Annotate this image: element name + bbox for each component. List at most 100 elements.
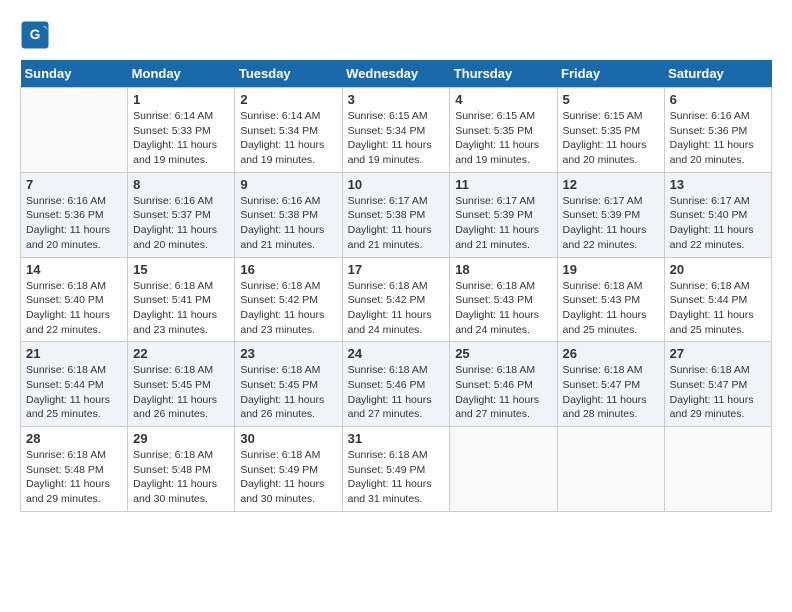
day-number: 29 bbox=[133, 431, 229, 446]
day-number: 4 bbox=[455, 92, 551, 107]
calendar-cell: 20Sunrise: 6:18 AM Sunset: 5:44 PM Dayli… bbox=[664, 257, 771, 342]
day-info: Sunrise: 6:18 AM Sunset: 5:42 PM Dayligh… bbox=[348, 279, 445, 338]
week-row-5: 28 Sunrise: 6:18 AM Sunset: 5:48 PM Dayli… bbox=[21, 427, 772, 512]
calendar-body: 1 Sunrise: 6:14 AM Sunset: 5:33 PM Daylig… bbox=[21, 88, 772, 512]
calendar-cell: 5 Sunrise: 6:15 AM Sunset: 5:35 PM Daylig… bbox=[557, 88, 664, 173]
day-number: 1 bbox=[133, 92, 229, 107]
day-info: Sunrise: 6:18 AM Sunset: 5:43 PM Dayligh… bbox=[563, 279, 659, 338]
calendar-header: SundayMondayTuesdayWednesdayThursdayFrid… bbox=[21, 60, 772, 88]
day-info: Sunrise: 6:18 AM Sunset: 5:41 PM Dayligh… bbox=[133, 279, 229, 338]
calendar-cell: 24 Sunrise: 6:18 AM Sunset: 5:46 PM Dayli… bbox=[342, 342, 450, 427]
day-info: Sunrise: 6:18 AM Sunset: 5:44 PM Dayligh… bbox=[26, 363, 122, 422]
calendar-cell: 19 Sunrise: 6:18 AM Sunset: 5:43 PM Dayli… bbox=[557, 257, 664, 342]
day-info: Sunrise: 6:17 AM Sunset: 5:39 PM Dayligh… bbox=[563, 194, 659, 253]
day-number: 11 bbox=[455, 177, 551, 192]
day-number: 18 bbox=[455, 262, 551, 277]
calendar-cell: 26 Sunrise: 6:18 AM Sunset: 5:47 PM Dayli… bbox=[557, 342, 664, 427]
calendar-cell: 31 Sunrise: 6:18 AM Sunset: 5:49 PM Dayli… bbox=[342, 427, 450, 512]
column-header-friday: Friday bbox=[557, 60, 664, 88]
week-row-4: 21 Sunrise: 6:18 AM Sunset: 5:44 PM Dayli… bbox=[21, 342, 772, 427]
svg-text:G: G bbox=[30, 27, 41, 42]
day-number: 13 bbox=[670, 177, 766, 192]
day-number: 17 bbox=[348, 262, 445, 277]
day-number: 24 bbox=[348, 346, 445, 361]
calendar-cell: 3 Sunrise: 6:15 AM Sunset: 5:34 PM Daylig… bbox=[342, 88, 450, 173]
day-info: Sunrise: 6:17 AM Sunset: 5:40 PM Dayligh… bbox=[670, 194, 766, 253]
calendar-cell: 27 Sunrise: 6:18 AM Sunset: 5:47 PM Dayli… bbox=[664, 342, 771, 427]
week-row-3: 14 Sunrise: 6:18 AM Sunset: 5:40 PM Dayli… bbox=[21, 257, 772, 342]
calendar-cell: 29 Sunrise: 6:18 AM Sunset: 5:48 PM Dayli… bbox=[128, 427, 235, 512]
header-row: SundayMondayTuesdayWednesdayThursdayFrid… bbox=[21, 60, 772, 88]
day-number: 14 bbox=[26, 262, 122, 277]
day-info: Sunrise: 6:16 AM Sunset: 5:36 PM Dayligh… bbox=[26, 194, 122, 253]
day-number: 3 bbox=[348, 92, 445, 107]
day-info: Sunrise: 6:15 AM Sunset: 5:34 PM Dayligh… bbox=[348, 109, 445, 168]
day-number: 7 bbox=[26, 177, 122, 192]
calendar-cell: 23 Sunrise: 6:18 AM Sunset: 5:45 PM Dayli… bbox=[235, 342, 342, 427]
day-info: Sunrise: 6:16 AM Sunset: 5:38 PM Dayligh… bbox=[240, 194, 336, 253]
day-info: Sunrise: 6:18 AM Sunset: 5:48 PM Dayligh… bbox=[133, 448, 229, 507]
calendar-cell: 14 Sunrise: 6:18 AM Sunset: 5:40 PM Dayli… bbox=[21, 257, 128, 342]
day-info: Sunrise: 6:18 AM Sunset: 5:47 PM Dayligh… bbox=[670, 363, 766, 422]
day-number: 31 bbox=[348, 431, 445, 446]
calendar-cell: 12 Sunrise: 6:17 AM Sunset: 5:39 PM Dayli… bbox=[557, 172, 664, 257]
calendar-cell: 9Sunrise: 6:16 AM Sunset: 5:38 PM Daylig… bbox=[235, 172, 342, 257]
day-info: Sunrise: 6:18 AM Sunset: 5:48 PM Dayligh… bbox=[26, 448, 122, 507]
calendar-cell: 18 Sunrise: 6:18 AM Sunset: 5:43 PM Dayli… bbox=[450, 257, 557, 342]
day-info: Sunrise: 6:18 AM Sunset: 5:47 PM Dayligh… bbox=[563, 363, 659, 422]
day-info: Sunrise: 6:18 AM Sunset: 5:45 PM Dayligh… bbox=[133, 363, 229, 422]
day-number: 16 bbox=[240, 262, 336, 277]
calendar-cell: 21 Sunrise: 6:18 AM Sunset: 5:44 PM Dayli… bbox=[21, 342, 128, 427]
day-info: Sunrise: 6:18 AM Sunset: 5:45 PM Dayligh… bbox=[240, 363, 336, 422]
day-number: 28 bbox=[26, 431, 122, 446]
calendar-cell: 13 Sunrise: 6:17 AM Sunset: 5:40 PM Dayli… bbox=[664, 172, 771, 257]
day-info: Sunrise: 6:15 AM Sunset: 5:35 PM Dayligh… bbox=[563, 109, 659, 168]
day-number: 5 bbox=[563, 92, 659, 107]
day-info: Sunrise: 6:18 AM Sunset: 5:42 PM Dayligh… bbox=[240, 279, 336, 338]
day-number: 25 bbox=[455, 346, 551, 361]
day-info: Sunrise: 6:16 AM Sunset: 5:37 PM Dayligh… bbox=[133, 194, 229, 253]
day-info: Sunrise: 6:18 AM Sunset: 5:40 PM Dayligh… bbox=[26, 279, 122, 338]
day-number: 8 bbox=[133, 177, 229, 192]
column-header-thursday: Thursday bbox=[450, 60, 557, 88]
logo: G bbox=[20, 20, 52, 50]
calendar-cell: 1 Sunrise: 6:14 AM Sunset: 5:33 PM Daylig… bbox=[128, 88, 235, 173]
day-info: Sunrise: 6:14 AM Sunset: 5:33 PM Dayligh… bbox=[133, 109, 229, 168]
day-number: 6 bbox=[670, 92, 766, 107]
column-header-sunday: Sunday bbox=[21, 60, 128, 88]
day-number: 27 bbox=[670, 346, 766, 361]
day-info: Sunrise: 6:18 AM Sunset: 5:49 PM Dayligh… bbox=[348, 448, 445, 507]
day-number: 22 bbox=[133, 346, 229, 361]
day-number: 21 bbox=[26, 346, 122, 361]
calendar-cell: 4Sunrise: 6:15 AM Sunset: 5:35 PM Daylig… bbox=[450, 88, 557, 173]
day-number: 10 bbox=[348, 177, 445, 192]
day-number: 30 bbox=[240, 431, 336, 446]
calendar-cell: 17 Sunrise: 6:18 AM Sunset: 5:42 PM Dayli… bbox=[342, 257, 450, 342]
day-info: Sunrise: 6:14 AM Sunset: 5:34 PM Dayligh… bbox=[240, 109, 336, 168]
calendar-cell: 15 Sunrise: 6:18 AM Sunset: 5:41 PM Dayli… bbox=[128, 257, 235, 342]
column-header-wednesday: Wednesday bbox=[342, 60, 450, 88]
logo-icon: G bbox=[20, 20, 50, 50]
calendar-cell: 30Sunrise: 6:18 AM Sunset: 5:49 PM Dayli… bbox=[235, 427, 342, 512]
calendar-cell: 25Sunrise: 6:18 AM Sunset: 5:46 PM Dayli… bbox=[450, 342, 557, 427]
day-number: 12 bbox=[563, 177, 659, 192]
calendar-cell bbox=[450, 427, 557, 512]
day-info: Sunrise: 6:17 AM Sunset: 5:39 PM Dayligh… bbox=[455, 194, 551, 253]
calendar-cell: 10Sunrise: 6:17 AM Sunset: 5:38 PM Dayli… bbox=[342, 172, 450, 257]
day-number: 26 bbox=[563, 346, 659, 361]
calendar-cell bbox=[21, 88, 128, 173]
day-number: 19 bbox=[563, 262, 659, 277]
calendar-table: SundayMondayTuesdayWednesdayThursdayFrid… bbox=[20, 60, 772, 512]
calendar-cell: 22 Sunrise: 6:18 AM Sunset: 5:45 PM Dayli… bbox=[128, 342, 235, 427]
day-number: 23 bbox=[240, 346, 336, 361]
calendar-cell: 7 Sunrise: 6:16 AM Sunset: 5:36 PM Daylig… bbox=[21, 172, 128, 257]
week-row-2: 7 Sunrise: 6:16 AM Sunset: 5:36 PM Daylig… bbox=[21, 172, 772, 257]
day-number: 15 bbox=[133, 262, 229, 277]
column-header-tuesday: Tuesday bbox=[235, 60, 342, 88]
day-info: Sunrise: 6:18 AM Sunset: 5:43 PM Dayligh… bbox=[455, 279, 551, 338]
page-header: G bbox=[20, 20, 772, 50]
day-info: Sunrise: 6:18 AM Sunset: 5:46 PM Dayligh… bbox=[348, 363, 445, 422]
calendar-cell bbox=[664, 427, 771, 512]
column-header-monday: Monday bbox=[128, 60, 235, 88]
calendar-cell: 2Sunrise: 6:14 AM Sunset: 5:34 PM Daylig… bbox=[235, 88, 342, 173]
